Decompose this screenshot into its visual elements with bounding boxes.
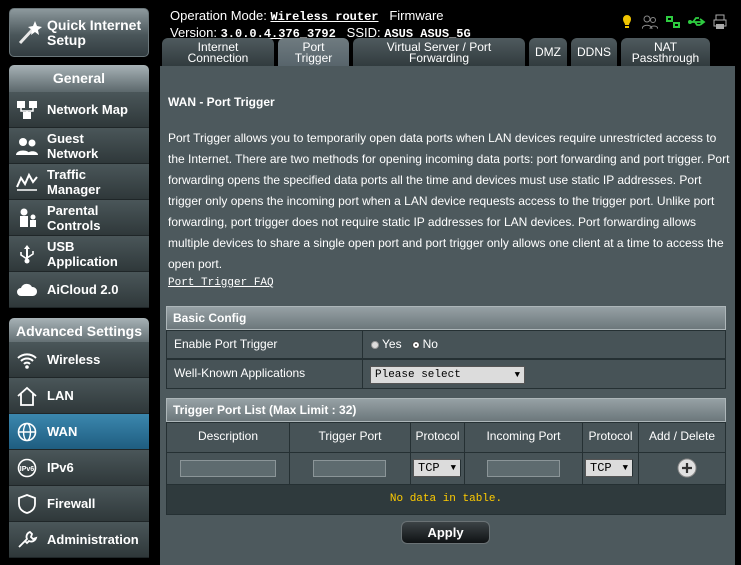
add-rule-button[interactable] [677,458,697,478]
column-header: Incoming Port [465,423,583,452]
quick-setup-label-2: Setup [47,32,86,48]
quick-setup-label-1: Quick Internet [47,17,142,33]
svg-text:IPv6: IPv6 [20,466,35,473]
sidebar-item-label: Firewall [47,496,96,511]
sidebar-item-label: Wireless [47,352,101,367]
apply-button[interactable]: Apply [401,521,490,544]
port-trigger-panel: WAN - Port Trigger Port Trigger allows y… [160,66,735,565]
well-known-apps-row: Well-Known Applications Please select ▼ [166,359,726,389]
sidebar-item-label: Guest Network [47,131,99,161]
page-title: WAN - Port Trigger [168,95,275,109]
incoming-protocol-select[interactable]: TCP ▼ [585,459,633,477]
usb-application-icon [16,244,38,264]
trigger-port-table: Description Trigger Port Protocol Incomi… [166,422,726,515]
sidebar-item-network-map[interactable]: Network Map [9,92,149,128]
empty-table-message: No data in table. [167,484,725,514]
sidebar-item-usb-application[interactable]: USB Application [9,236,149,272]
sidebar-item-label: WAN [47,424,78,439]
network-map-icon [16,100,38,120]
page-description: Port Trigger allows you to temporarily o… [168,131,730,271]
guest-network-icon [16,136,38,156]
router-status-header: Operation Mode: Wireless router Firmware… [170,8,471,42]
advanced-menu: Wireless LAN WAN IPv6 IPv6 Firewall Admi… [9,342,149,558]
sidebar-item-administration[interactable]: Administration [9,522,149,558]
tab-internet-connection[interactable]: Internet Connection [162,38,274,67]
sidebar-item-label: Administration [47,532,139,547]
table-header-row: Description Trigger Port Protocol Incomi… [167,423,725,452]
sidebar-item-firewall[interactable]: Firewall [9,486,149,522]
network-status-icon[interactable] [665,14,681,30]
basic-config-header: Basic Config [166,306,726,330]
firewall-icon [16,494,38,514]
tab-virtual-server[interactable]: Virtual Server / Port Forwarding [353,38,525,67]
lan-icon [16,386,38,406]
sidebar-item-wan[interactable]: WAN [9,414,149,450]
chevron-down-icon: ▼ [514,370,520,380]
well-known-apps-label: Well-Known Applications [167,360,363,388]
sidebar-item-guest-network[interactable]: Guest Network [9,128,149,164]
table-input-row: TCP ▼ TCP ▼ [167,452,725,484]
incoming-port-input[interactable] [487,460,560,477]
magic-wand-icon [16,20,42,46]
trigger-protocol-select[interactable]: TCP ▼ [413,459,461,477]
administration-icon [16,530,38,550]
sidebar-item-aicloud[interactable]: AiCloud 2.0 [9,272,149,308]
printer-icon[interactable] [713,14,727,30]
operation-mode-link[interactable]: Wireless router [270,10,378,24]
tab-dmz[interactable]: DMZ [529,38,567,67]
sidebar-item-label: Parental Controls [47,203,101,233]
column-header: Add / Delete [648,429,716,443]
column-header: Description [167,423,290,452]
sidebar-item-label: LAN [47,388,74,403]
trigger-port-input[interactable] [313,460,386,477]
sidebar-item-ipv6[interactable]: IPv6 IPv6 [9,450,149,486]
wan-icon [16,422,38,442]
chevron-down-icon: ▼ [622,463,628,473]
sidebar-item-traffic-manager[interactable]: Traffic Manager [9,164,149,200]
clients-icon[interactable] [642,14,658,30]
trigger-port-list-header: Trigger Port List (Max Limit : 32) [166,398,726,422]
operation-mode-label: Operation Mode: [170,8,267,23]
ipv6-icon: IPv6 [16,458,38,478]
tab-nat-passthrough[interactable]: NAT Passthrough [621,38,710,67]
enable-port-trigger-row: Enable Port Trigger Yes No [166,330,726,359]
wireless-icon [16,350,38,370]
sidebar-item-label: Traffic Manager [47,167,101,197]
notification-icon[interactable] [620,14,634,30]
firmware-label: Firmware [389,8,444,23]
usb-status-icon[interactable] [688,14,706,30]
general-section-title: General [9,65,149,92]
enable-yes-radio[interactable]: Yes [371,337,402,351]
general-menu: Network Map Guest Network Traffic Manager … [9,92,149,308]
column-header: Protocol [411,423,465,452]
sidebar-item-label: IPv6 [47,460,74,475]
quick-internet-setup-button[interactable]: Quick Internet Setup [9,8,149,57]
well-known-apps-select[interactable]: Please select ▼ [370,366,525,384]
sidebar-item-label: USB Application [47,239,118,269]
enable-port-trigger-options: Yes No [363,331,725,358]
sidebar-item-lan[interactable]: LAN [9,378,149,414]
sidebar-item-parental-controls[interactable]: Parental Controls [9,200,149,236]
tab-port-trigger[interactable]: Port Trigger [278,38,349,68]
advanced-section-title: Advanced Settings [9,318,149,345]
sidebar-item-label: Network Map [47,102,128,117]
tab-ddns[interactable]: DDNS [571,38,617,67]
sidebar-item-label: AiCloud 2.0 [47,282,119,297]
aicloud-icon [16,280,38,300]
column-header: Trigger Port [290,423,411,452]
traffic-manager-icon [16,172,38,192]
column-header: Protocol [583,423,639,452]
parental-controls-icon [16,208,38,228]
sidebar-item-wireless[interactable]: Wireless [9,342,149,378]
enable-port-trigger-label: Enable Port Trigger [167,331,363,358]
enable-no-radio[interactable]: No [411,337,438,351]
description-input[interactable] [180,460,276,477]
port-trigger-faq-link[interactable]: Port Trigger FAQ [168,277,274,289]
add-circle-icon [677,458,697,478]
chevron-down-icon: ▼ [450,463,456,473]
